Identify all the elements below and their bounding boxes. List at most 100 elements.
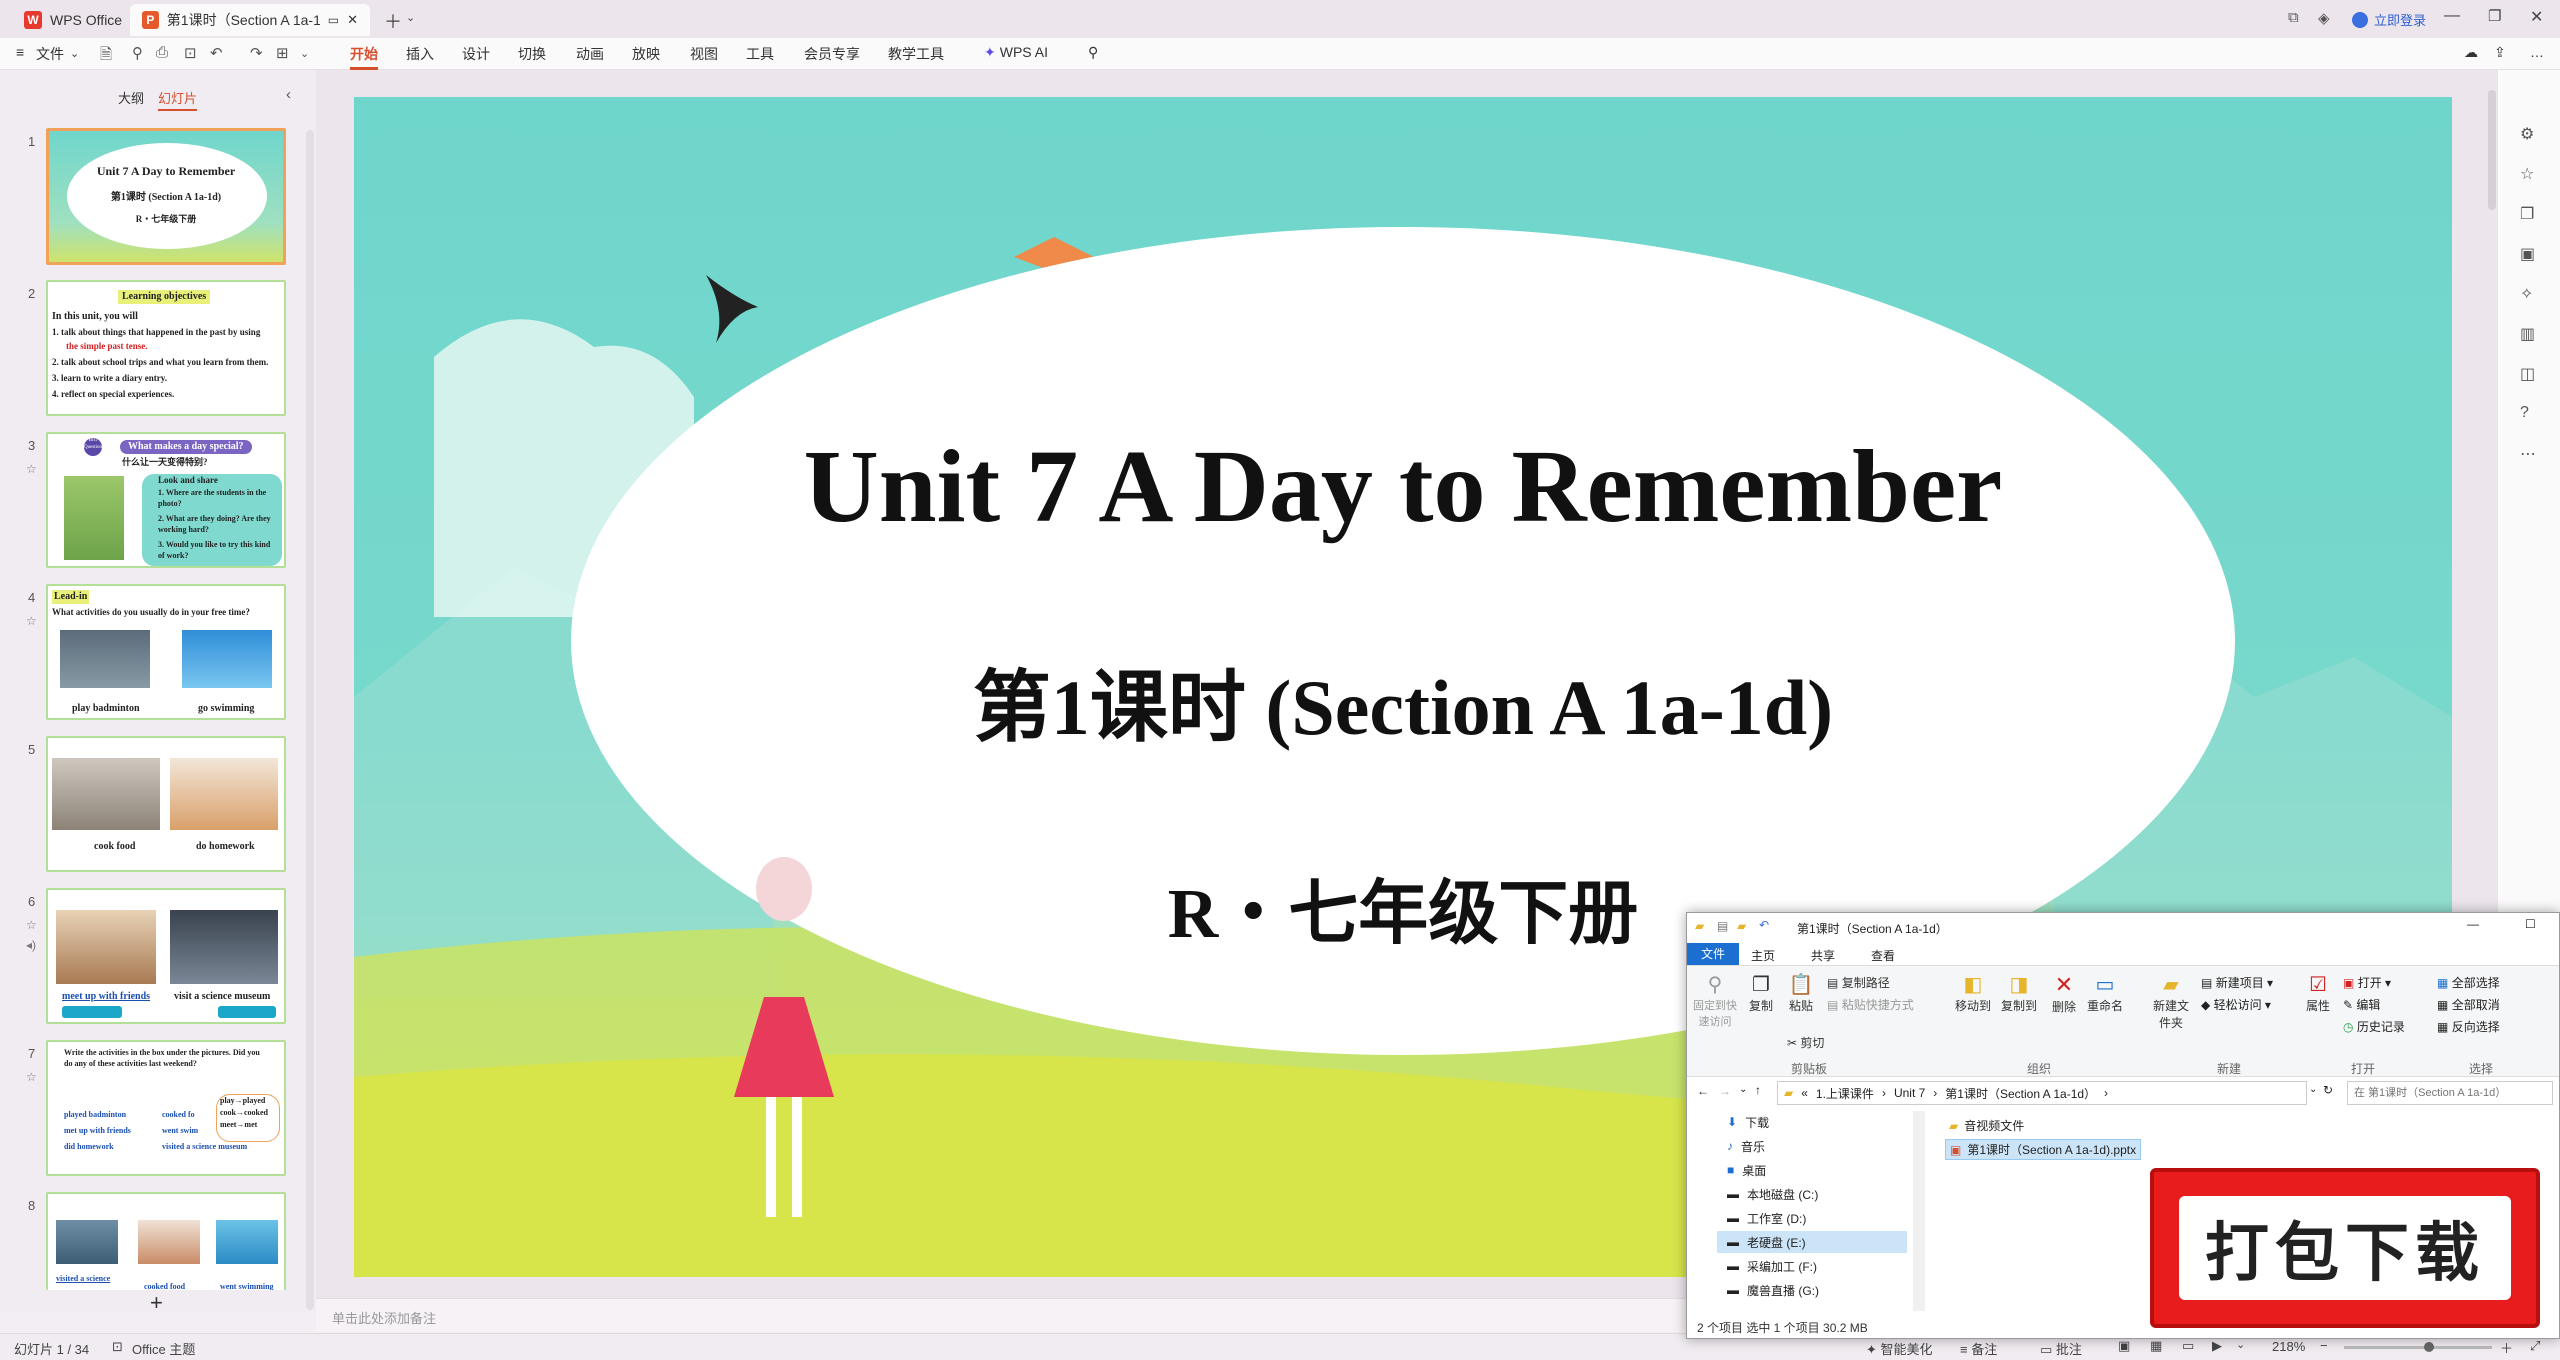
menu-design[interactable]: 设计 [462, 44, 490, 64]
download-banner[interactable]: 打包下载 [2150, 1168, 2540, 1328]
cube-icon[interactable]: ◈ [2318, 9, 2330, 27]
preview-icon[interactable]: ⊡ [184, 44, 197, 62]
share-icon[interactable]: ⇪ [2494, 44, 2506, 61]
open-icon[interactable]: ⚲ [132, 44, 143, 62]
nav-item-drive-e[interactable]: ▬ 老硬盘 (E:) [1717, 1231, 1907, 1253]
properties-icon[interactable]: ▤ [1717, 919, 1728, 933]
zoom-slider-handle[interactable] [2424, 1342, 2434, 1352]
search-icon[interactable]: ⚲ [1088, 44, 1098, 61]
zoom-level[interactable]: 218% [2272, 1339, 2305, 1354]
slide-thumbnail-6[interactable]: meet up with friends visit a science mus… [46, 888, 286, 1024]
comments-toggle[interactable]: ▭ 批注 [2040, 1339, 2082, 1358]
close-window-button[interactable]: ✕ [2530, 7, 2543, 27]
nav-item-downloads[interactable]: ⬇ 下载 [1727, 1111, 1769, 1133]
back-icon[interactable]: ← [1697, 1084, 1709, 1098]
chevron-down-icon[interactable]: ⌄ [2309, 1084, 2317, 1095]
menu-slideshow[interactable]: 放映 [632, 44, 660, 64]
undo-icon[interactable]: ↶ [1759, 918, 1769, 932]
history-button[interactable]: ◷ 历史记录 [2343, 1018, 2405, 1035]
menu-view[interactable]: 视图 [690, 44, 718, 64]
audio-icon[interactable]: ◂) [26, 938, 36, 952]
undo-icon[interactable]: ↶ [210, 44, 223, 62]
edit-button[interactable]: ✎ 编辑 [2343, 996, 2380, 1013]
new-item-button[interactable]: ▤ 新建项目 ▾ [2201, 974, 2273, 991]
thumbnail-scrollbar[interactable] [306, 130, 314, 1310]
delete-button[interactable]: ✕ 删除 [2047, 972, 2081, 1015]
new-folder-icon[interactable]: ▰ [1737, 919, 1746, 933]
new-folder-button[interactable]: ▰ 新建文件夹 [2147, 972, 2195, 1031]
sorter-view-icon[interactable]: ▦ [2150, 1338, 2162, 1354]
print-icon[interactable]: ⎙ [156, 44, 168, 61]
easy-access-button[interactable]: ◆ 轻松访问 ▾ [2201, 996, 2271, 1013]
breadcrumb-item[interactable]: 1.上课课件 [1816, 1085, 1874, 1102]
slide-thumbnail-8[interactable]: visited a science cooked food went swimm… [46, 1192, 286, 1290]
help-icon[interactable]: ? [2520, 404, 2529, 422]
tab-home[interactable]: 主页 [1751, 947, 1775, 964]
fit-window-icon[interactable]: ⤢ [2530, 1338, 2540, 1354]
notes-toggle[interactable]: ≡ 备注 [1960, 1339, 1997, 1358]
tab-share[interactable]: 共享 [1811, 947, 1835, 964]
file-menu[interactable]: 文件 [36, 44, 64, 64]
cut-button[interactable]: ✂ 剪切 [1787, 1034, 1824, 1051]
menu-teaching-tools[interactable]: 教学工具 [888, 44, 944, 64]
tab-outline[interactable]: 大纲 [118, 88, 144, 107]
invert-selection-button[interactable]: ▦ 反向选择 [2437, 1018, 2500, 1035]
hamburger-icon[interactable]: ≡ [16, 44, 24, 60]
search-input[interactable] [2347, 1081, 2553, 1105]
window-layout-icon[interactable]: ⧉ [2288, 9, 2299, 26]
format-painter-icon[interactable]: ⊞ [276, 44, 289, 62]
normal-view-icon[interactable]: ▣ [2118, 1338, 2130, 1354]
nav-scrollbar[interactable] [1913, 1111, 1925, 1311]
open-button[interactable]: ▣ 打开 ▾ [2343, 974, 2391, 991]
redo-icon[interactable]: ↷ [250, 44, 263, 62]
copy-path-button[interactable]: ▤ 复制路径 [1827, 974, 1890, 991]
star-icon[interactable]: ☆ [26, 614, 37, 628]
cloud-icon[interactable]: ☁ [2464, 44, 2478, 61]
menu-member[interactable]: 会员专享 [804, 44, 860, 64]
up-icon[interactable]: ↑ [1755, 1083, 1761, 1097]
copy-to-button[interactable]: ◨ 复制到 [1997, 972, 2041, 1014]
smart-beautify-button[interactable]: ✦ 智能美化 [1866, 1339, 1933, 1358]
zoom-slider[interactable] [2344, 1346, 2492, 1349]
nav-item-drive-c[interactable]: ▬ 本地磁盘 (C:) [1727, 1183, 1818, 1205]
breadcrumb-item[interactable]: 第1课时（Section A 1a-1d） [1945, 1085, 2096, 1102]
maximize-button[interactable]: ☐ [2525, 917, 2536, 931]
slide-thumbnail-3[interactable]: BIG Question What makes a day special? 什… [46, 432, 286, 568]
paste-button[interactable]: 📋 粘贴 [1783, 972, 1819, 1014]
chevron-down-icon[interactable]: ⌄ [70, 47, 79, 60]
book-icon[interactable]: ▥ [2520, 324, 2535, 344]
slide-thumbnail-2[interactable]: Learning objectives In this unit, you wi… [46, 280, 286, 416]
chevron-down-icon[interactable]: ⌄ [300, 47, 309, 60]
star-icon[interactable]: ☆ [26, 1070, 37, 1084]
star-icon[interactable]: ☆ [26, 462, 37, 476]
star-icon[interactable]: ☆ [2520, 164, 2534, 184]
select-none-button[interactable]: ▦ 全部取消 [2437, 996, 2500, 1013]
slide-subtitle[interactable]: 第1课时 (Section A 1a-1d) [354, 645, 2452, 757]
chevron-down-icon[interactable]: ⌄ [2236, 1338, 2245, 1351]
menu-transition[interactable]: 切换 [518, 44, 546, 64]
tab-file[interactable]: 文件 [1687, 943, 1739, 965]
template-icon[interactable]: ◫ [2520, 364, 2535, 384]
save-icon[interactable]: 🗎 [100, 44, 112, 69]
menu-insert[interactable]: 插入 [406, 44, 434, 64]
nav-item-desktop[interactable]: ■ 桌面 [1727, 1159, 1766, 1181]
copy-button[interactable]: ❐ 复制 [1743, 972, 1779, 1014]
menu-animation[interactable]: 动画 [576, 44, 604, 64]
sliders-icon[interactable]: ⚙ [2520, 124, 2534, 144]
nav-item-drive-g[interactable]: ▬ 魔兽直播 (G:) [1727, 1279, 1819, 1301]
new-tab-button[interactable]: ＋ [384, 8, 402, 34]
properties-button[interactable]: ☑ 属性 [2301, 972, 2335, 1014]
more-icon[interactable]: … [2530, 44, 2544, 60]
tab-slides[interactable]: 幻灯片 [158, 88, 198, 111]
file-item-pptx[interactable]: ▣ 第1课时（Section A 1a-1d).pptx [1945, 1139, 2142, 1160]
move-to-button[interactable]: ◧ 移动到 [1951, 972, 1995, 1014]
menu-wps-ai[interactable]: ✦ WPS AI [984, 44, 1048, 61]
pin-button[interactable]: ⚲ 固定到快速访问 [1693, 972, 1737, 1029]
refresh-icon[interactable]: ↻ [2323, 1083, 2333, 1097]
file-item-folder[interactable]: ▰ 音视频文件 [1949, 1117, 2024, 1134]
minimize-button[interactable]: — [2467, 917, 2479, 931]
more-icon[interactable]: ⋯ [2520, 444, 2536, 464]
close-icon[interactable]: ✕ [347, 12, 358, 28]
tab-wps-home[interactable]: W WPS Office [12, 4, 134, 36]
chevron-down-icon[interactable]: ⌄ [406, 11, 415, 24]
